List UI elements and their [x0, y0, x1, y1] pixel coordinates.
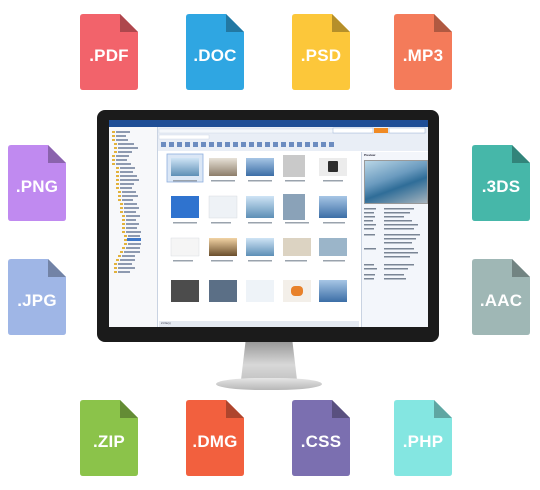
monitor-stand-neck: [241, 342, 297, 380]
file-extension-label: .MP3: [402, 46, 444, 65]
file-extension-label: .CSS: [300, 432, 342, 451]
file-extension-label: .DMG: [192, 432, 238, 451]
preview-panel: Preview: [361, 152, 428, 327]
file-extension-label: .JPG: [17, 291, 57, 310]
dmg-file-icon: .DMG: [186, 400, 244, 476]
thumbnail-gallery[interactable]: [159, 152, 359, 320]
app-toolbar: [157, 127, 428, 151]
monitor-screen: Preview 21 file(s): [109, 120, 428, 327]
doc-file-icon: .DOC: [186, 14, 244, 90]
thumbnail-grid: [166, 153, 347, 302]
preview-properties: [364, 208, 420, 280]
file-extension-label: .PHP: [402, 432, 444, 451]
file-extension-label: .DOC: [193, 46, 237, 65]
file-extension-label: .PDF: [89, 46, 129, 65]
zip-file-icon: .ZIP: [80, 400, 138, 476]
app-titlebar: [109, 120, 428, 127]
folder-tree-rows: [112, 131, 141, 273]
3ds-file-icon: .3DS: [472, 145, 530, 221]
preview-title: Preview: [364, 153, 376, 157]
status-text: 21 file(s): [161, 322, 171, 325]
aac-file-icon: .AAC: [472, 259, 530, 335]
file-extension-label: .3DS: [481, 177, 521, 196]
mp3-file-icon: .MP3: [394, 14, 452, 90]
monitor-stand-base: [216, 378, 322, 390]
folder-tree[interactable]: [109, 127, 158, 327]
css-file-icon: .CSS: [292, 400, 350, 476]
file-extension-label: .ZIP: [93, 432, 125, 451]
file-extension-label: .PSD: [300, 46, 342, 65]
file-extension-label: .PNG: [15, 177, 59, 196]
jpg-file-icon: .JPG: [8, 259, 66, 335]
status-bar: 21 file(s): [159, 321, 359, 327]
toolbar-graphics: [158, 127, 427, 147]
preview-image: [364, 160, 428, 204]
png-file-icon: .PNG: [8, 145, 66, 221]
file-extension-label: .AAC: [479, 291, 523, 310]
pdf-file-icon: .PDF: [80, 14, 138, 90]
psd-file-icon: .PSD: [292, 14, 350, 90]
php-file-icon: .PHP: [394, 400, 452, 476]
